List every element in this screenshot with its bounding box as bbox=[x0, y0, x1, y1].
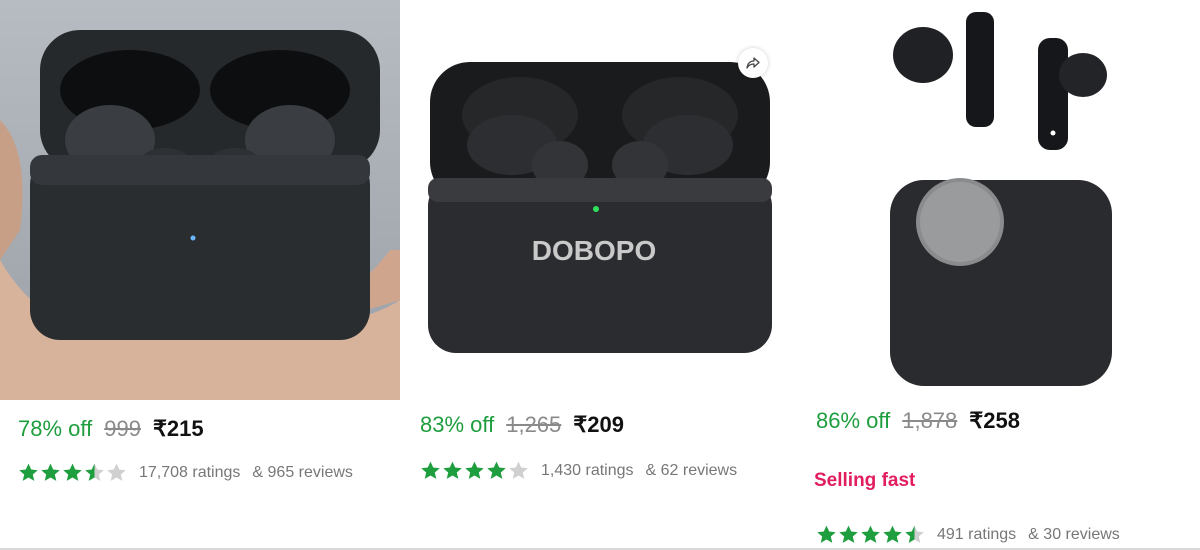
star-rating bbox=[420, 460, 529, 481]
sale-price: ₹209 bbox=[573, 412, 624, 437]
rating-row: 17,708 ratings & 965 reviews bbox=[18, 462, 353, 483]
star-icon bbox=[41, 463, 60, 481]
star-icon bbox=[509, 461, 528, 479]
star-icon bbox=[487, 461, 506, 479]
star-icon bbox=[465, 461, 484, 479]
product-image-3[interactable] bbox=[798, 0, 1200, 400]
star-icon bbox=[19, 463, 38, 481]
star-icon bbox=[905, 525, 924, 543]
product-card-3[interactable]: 86% off 1,878 ₹258 Selling fast 491 rati… bbox=[798, 0, 1200, 550]
original-price: 999 bbox=[104, 416, 141, 441]
ratings-count: 491 ratings bbox=[937, 525, 1017, 543]
star-icon bbox=[443, 461, 462, 479]
price-row: 78% off 999 ₹215 bbox=[18, 416, 204, 442]
star-icon bbox=[861, 525, 880, 543]
brand-logo: DOBOPO bbox=[532, 235, 656, 266]
product-image-1[interactable] bbox=[0, 0, 400, 400]
price-row: 83% off 1,265 ₹209 bbox=[420, 412, 624, 438]
rating-row: 1,430 ratings & 62 reviews bbox=[420, 460, 737, 481]
rating-row: 491 ratings & 30 reviews bbox=[816, 524, 1120, 545]
share-button[interactable] bbox=[738, 48, 768, 78]
star-rating bbox=[18, 462, 127, 483]
sale-price: ₹258 bbox=[969, 408, 1020, 433]
discount-label: 78% off bbox=[18, 416, 93, 441]
product-card-1[interactable]: 78% off 999 ₹215 17,708 ratings & 965 re… bbox=[0, 0, 402, 550]
reviews-count: & 30 reviews bbox=[1028, 525, 1120, 543]
ratings-count: 1,430 ratings bbox=[541, 461, 634, 479]
star-icon bbox=[421, 461, 440, 479]
price-row: 86% off 1,878 ₹258 bbox=[816, 408, 1020, 434]
star-icon bbox=[839, 525, 858, 543]
selling-fast-badge: Selling fast bbox=[814, 470, 916, 491]
share-icon bbox=[746, 57, 760, 69]
ratings-count: 17,708 ratings bbox=[139, 463, 241, 481]
original-price: 1,265 bbox=[506, 412, 562, 437]
star-icon bbox=[883, 525, 902, 543]
reviews-count: & 965 reviews bbox=[252, 463, 353, 481]
sale-price: ₹215 bbox=[152, 416, 204, 441]
star-icon bbox=[63, 463, 82, 481]
star-icon bbox=[107, 463, 126, 481]
star-icon bbox=[817, 525, 836, 543]
product-card-2[interactable]: DOBOPO 83% off 1,265 ₹209 1,430 ratings … bbox=[402, 0, 798, 550]
reviews-count: & 62 reviews bbox=[645, 461, 738, 479]
discount-label: 86% off bbox=[816, 408, 891, 433]
star-rating bbox=[816, 524, 925, 545]
star-icon bbox=[85, 463, 104, 481]
original-price: 1,878 bbox=[902, 408, 958, 433]
discount-label: 83% off bbox=[420, 412, 495, 437]
